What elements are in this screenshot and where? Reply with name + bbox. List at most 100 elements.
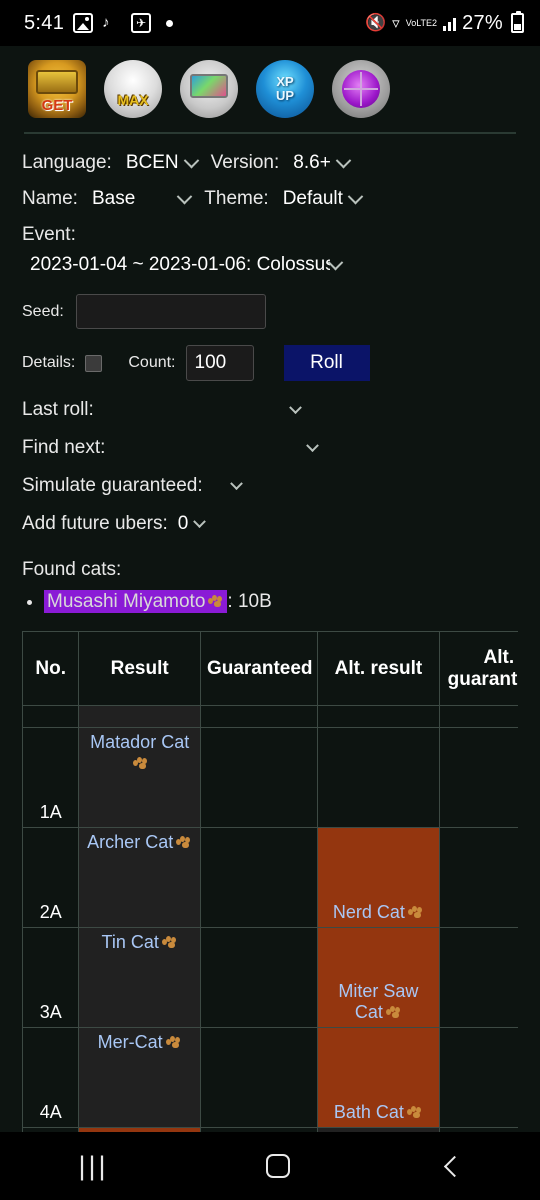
simulate-guaranteed-label: Simulate guaranteed: [22, 475, 203, 496]
target-icon[interactable] [332, 60, 390, 118]
event-select[interactable]: 2023-01-04 ~ 2023-01-06: Colossus S [22, 254, 518, 276]
table-row: 3ATin CatMiter Saw Cat2B [22, 927, 518, 1028]
notification-icon: ♪ [102, 14, 110, 31]
seed-input[interactable] [75, 294, 266, 329]
results-table: No. Result Guaranteed Alt. result Alt. g… [22, 631, 518, 1200]
paw-icon [161, 936, 178, 949]
chevron-down-icon [327, 254, 344, 270]
header-alt-guaranteed: Alt. guaranteed [438, 631, 518, 706]
cell-guaranteed [199, 827, 319, 928]
cell-guaranteed [199, 1027, 319, 1128]
result-cat-link[interactable]: Tin Cat [102, 932, 159, 952]
max-cat-label: MAX [117, 92, 149, 108]
wifi-icon: ▿ [392, 15, 400, 32]
seed-row: Seed: [22, 294, 518, 329]
app-icon: ✈ [131, 13, 152, 33]
cell-result[interactable]: Mer-Cat [78, 1027, 201, 1128]
chevron-down-icon [335, 152, 352, 168]
table-body: 1AMatador Cat2AArcher CatNerd Cat1B3ATin… [22, 705, 518, 1200]
alt-result-cat-link[interactable]: Miter Saw Cat [338, 981, 418, 1022]
event-value: 2023-01-04 ~ 2023-01-06: Colossus S [30, 254, 330, 275]
dot-indicator [166, 19, 174, 27]
add-future-ubers-label: Add future ubers: [22, 513, 168, 534]
event-label: Event: [22, 224, 76, 245]
alt-result-cat-link[interactable]: Nerd Cat [333, 902, 405, 922]
phone-screen: 5:41 ♪ ✈ 🔇 ▿ VoLTE2 27% GET MAX XP UP La… [0, 0, 540, 1200]
table-header-row: No. Result Guaranteed Alt. result Alt. g… [22, 631, 518, 706]
name-select[interactable]: Base [91, 188, 193, 210]
name-theme-row: Name: Base Theme: Default [22, 188, 518, 210]
spacer-result [78, 705, 201, 728]
battery-icon [511, 11, 524, 33]
count-label: Count: [128, 354, 176, 371]
details-label: Details: [22, 354, 76, 371]
spacer-alt-guaranteed [438, 705, 518, 728]
cell-result[interactable]: Archer Cat [78, 827, 201, 928]
language-select[interactable]: BCEN [126, 152, 199, 174]
cell-alt-guaranteed [438, 927, 518, 1028]
chevron-down-icon [288, 400, 302, 414]
chevron-down-icon [193, 514, 207, 528]
alt-result-cat-link[interactable]: Bath Cat [334, 1102, 404, 1122]
roll-button[interactable]: Roll [283, 345, 370, 381]
cell-alt-guaranteed [438, 727, 518, 828]
cell-no: 3A [22, 927, 80, 1028]
divider [24, 132, 516, 134]
find-next-label: Find next: [22, 437, 106, 458]
language-version-row: Language: BCEN Version: 8.6+ [22, 152, 518, 174]
page-content: GET MAX XP UP Language: BCEN Version: 8.… [0, 46, 540, 1200]
theme-select[interactable]: Default [283, 188, 364, 210]
language-label: Language: [22, 152, 112, 173]
mute-icon: 🔇 [365, 13, 387, 32]
cell-no: 1A [22, 727, 80, 828]
cell-alt-result[interactable]: Bath Cat [317, 1027, 440, 1128]
paw-icon [407, 906, 424, 919]
xp-up-icon[interactable]: XP UP [256, 60, 314, 118]
add-future-ubers-select[interactable]: 0 [178, 513, 207, 535]
cell-alt-result[interactable]: Nerd Cat [317, 827, 440, 928]
home-icon[interactable] [265, 1154, 290, 1178]
simulate-guaranteed-row: Simulate guaranteed: [22, 475, 518, 497]
max-cat-icon[interactable]: MAX [104, 60, 162, 118]
status-bar-right: 🔇 ▿ VoLTE2 27% [365, 11, 524, 35]
found-cats-title: Found cats: [22, 559, 122, 580]
results-table-wrapper[interactable]: No. Result Guaranteed Alt. result Alt. g… [22, 631, 518, 1200]
cell-alt-result[interactable] [317, 727, 440, 828]
table-row: 4AMer-CatBath Cat3B [22, 1027, 518, 1128]
cell-alt-result[interactable]: Miter Saw Cat [317, 927, 440, 1028]
cell-result[interactable]: Matador Cat [78, 727, 201, 828]
cell-no: 2A [22, 827, 80, 928]
get-chest-icon[interactable]: GET [28, 60, 86, 118]
details-checkbox[interactable] [85, 354, 103, 372]
back-icon[interactable] [443, 1155, 465, 1177]
android-nav-bar: ||| [0, 1132, 540, 1200]
result-cat-link[interactable]: Matador Cat [90, 732, 189, 752]
get-chest-label: GET [41, 97, 73, 114]
last-roll-select[interactable] [284, 400, 302, 415]
cell-result[interactable]: Tin Cat [78, 927, 201, 1028]
paw-icon [165, 1036, 182, 1049]
cell-alt-guaranteed [438, 1027, 518, 1128]
found-cat-name[interactable]: Musashi Miyamoto [44, 590, 228, 613]
version-select[interactable]: 8.6+ [293, 152, 352, 174]
version-label: Version: [210, 152, 280, 173]
result-cat-link[interactable]: Archer Cat [87, 832, 173, 852]
tv-cat-icon[interactable] [180, 60, 238, 118]
find-next-select[interactable] [301, 438, 320, 453]
recents-icon[interactable]: ||| [78, 1151, 108, 1182]
cell-no: 4A [22, 1027, 80, 1128]
add-future-ubers-row: Add future ubers: 0 [22, 513, 518, 535]
app-icon-row: GET MAX XP UP [22, 46, 518, 124]
find-next-row: Find next: [22, 437, 518, 459]
simulate-guaranteed-select[interactable] [225, 476, 243, 491]
name-value: Base [91, 188, 136, 209]
result-cat-link[interactable]: Mer-Cat [98, 1032, 163, 1052]
theme-label: Theme: [204, 188, 269, 209]
paw-icon [208, 595, 224, 608]
battery-percent: 27% [462, 11, 503, 34]
status-bar: 5:41 ♪ ✈ 🔇 ▿ VoLTE2 27% [0, 0, 540, 46]
last-roll-row: Last roll: [22, 399, 518, 421]
count-input[interactable] [185, 345, 254, 381]
header-no: No. [22, 631, 80, 706]
found-cats-list: Musashi Miyamoto: 10B [44, 590, 518, 613]
